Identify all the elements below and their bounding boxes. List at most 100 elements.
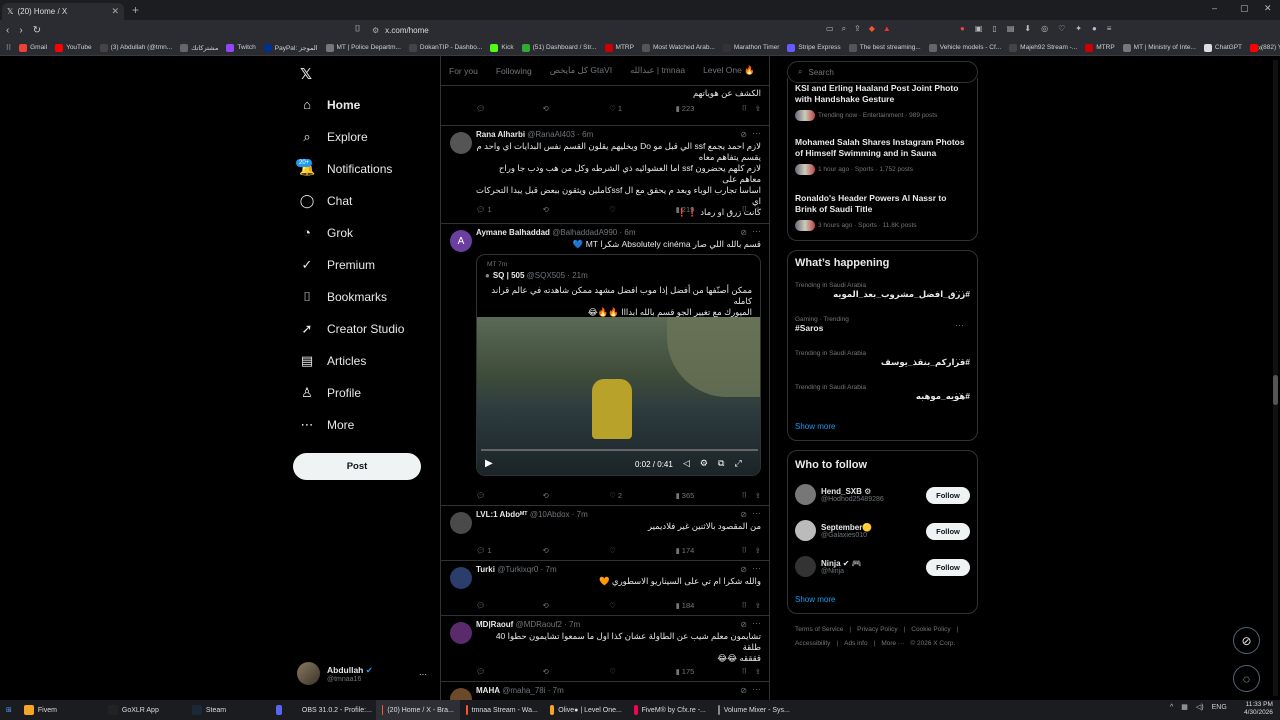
follow-suggestion[interactable]: Hend_SXB ⚙ @Hodhod25489286 — [795, 484, 915, 505]
more-options-icon[interactable]: ··· — [955, 320, 964, 330]
repost-button[interactable]: ⟲ — [543, 203, 569, 215]
taskbar-item[interactable] — [270, 700, 292, 720]
repost-button[interactable]: ⟲ — [543, 665, 569, 677]
tweet-time[interactable]: · 7m — [548, 686, 564, 695]
reply-button[interactable]: 💬︎ — [476, 489, 502, 501]
brave-shield-icon[interactable]: ◆ — [869, 24, 875, 34]
feed-tab[interactable]: Following — [496, 66, 532, 76]
taskbar-item[interactable]: OBS 31.0.2 - Profile:... — [292, 700, 376, 720]
footer-link[interactable]: More ··· — [881, 640, 904, 647]
sidebar-icon[interactable]: ▯ — [992, 24, 996, 33]
feed-tab[interactable]: Level One 🔥 — [703, 65, 755, 76]
author-name[interactable]: Rana Alharbi — [476, 130, 525, 139]
share-icon[interactable]: ⇪ — [755, 667, 761, 676]
vpn-icon[interactable]: ◎ — [1041, 24, 1048, 33]
views-button[interactable]: ▮ 175 — [676, 665, 702, 677]
grok-explain-icon[interactable]: ⊘ — [740, 686, 747, 695]
bookmark-item[interactable]: مشتركاتك — [180, 43, 218, 52]
bookmark-item[interactable]: Stripe Express — [787, 43, 841, 52]
follow-suggestion[interactable]: September🟡 @Galaxies010 — [795, 520, 915, 541]
puzzle-icon[interactable]: ✦ — [1075, 24, 1082, 33]
tweet[interactable]: A Aymane Balhaddad @BalhaddadA990 · 6m ⊘ ··… — [441, 224, 769, 506]
share-icon[interactable]: ⇪ — [755, 104, 761, 113]
more-options-icon[interactable]: ··· — [752, 226, 761, 236]
author-handle[interactable]: @Turkixqr0 — [497, 565, 538, 574]
settings-icon[interactable]: ⚙ — [700, 458, 708, 469]
bookmark-item[interactable]: MTRP — [1085, 43, 1115, 52]
nav-item-articles[interactable]: ▤ Articles — [299, 353, 367, 369]
follow-show-more-link[interactable]: Show more — [795, 595, 835, 604]
trends-show-more-link[interactable]: Show more — [795, 422, 835, 431]
messages-button[interactable]: ◌ — [1233, 665, 1260, 692]
taskbar-item[interactable]: GoXLR App — [102, 700, 186, 720]
bookmark-icon[interactable]: ⌷ — [742, 490, 747, 500]
minimize-button[interactable]: – — [1212, 3, 1217, 13]
tweet[interactable]: LVL:1 Abdoᴹᵀ @10Abdox · 7m ⊘ ··· من المقصود… — [441, 506, 769, 561]
trend-item[interactable]: Trending in Saudi Arabia #زرق_افضل_مشروب_… — [795, 282, 970, 300]
tray-arrow-icon[interactable]: ^ — [1170, 704, 1173, 711]
close-window-button[interactable]: ✕ — [1264, 3, 1272, 14]
quoted-tweet[interactable]: MT 7m ● SQ | 505 @SQX505 · 21m ممكن أصنّفها… — [476, 254, 761, 476]
bookmark-item[interactable]: (51) Dashboard / Str... — [521, 43, 597, 52]
repost-button[interactable]: ⟲ — [543, 544, 569, 556]
author-name[interactable]: Turki — [476, 565, 495, 574]
more-options-icon[interactable]: ··· — [752, 128, 761, 138]
author-handle[interactable]: @BalhaddadA990 — [552, 228, 617, 237]
author-name[interactable]: MAHA — [476, 686, 500, 695]
views-button[interactable]: ▮ 184 — [676, 599, 702, 611]
follow-button[interactable]: Follow — [926, 559, 970, 576]
bookmark-icon[interactable]: ⌷ — [742, 600, 747, 610]
repost-button[interactable]: ⟲ — [543, 599, 569, 611]
like-button[interactable]: ♡ — [609, 599, 635, 611]
nav-item-bookmarks[interactable]: ⌷ Bookmarks — [299, 289, 387, 305]
back-icon[interactable]: ‹ — [6, 25, 9, 36]
nav-item-more[interactable]: ⋯ More — [299, 417, 355, 433]
footer-link[interactable]: Terms of Service — [795, 626, 843, 633]
share-icon[interactable]: ⇪ — [755, 601, 761, 610]
more-options-icon[interactable]: ··· — [752, 684, 761, 694]
bookmarks-overflow-icon[interactable]: » — [1258, 43, 1262, 52]
bookmark-item[interactable]: (882) YouTube — [1250, 43, 1280, 52]
views-button[interactable]: ▮ 365 — [676, 489, 702, 501]
share-icon[interactable]: ⇪ — [755, 491, 761, 500]
grok-explain-icon[interactable]: ⊘ — [740, 565, 747, 574]
taskbar-item[interactable]: Fivem — [18, 700, 102, 720]
share-icon[interactable]: ⇪ — [755, 546, 761, 555]
repost-button[interactable]: ⟲ — [543, 102, 569, 114]
tweet-time[interactable]: · 7m — [572, 510, 588, 519]
grok-explain-icon[interactable]: ⊘ — [740, 620, 747, 629]
footer-link[interactable]: © 2026 X Corp. — [910, 640, 955, 647]
bookmark-item[interactable]: YouTube — [55, 43, 92, 52]
author-handle[interactable]: @10Abdox — [530, 510, 570, 519]
screen-icon[interactable]: ▭ — [826, 24, 834, 34]
bookmark-item[interactable]: (3) Abdullah (@tmn... — [99, 43, 172, 52]
reply-button[interactable]: 💬︎ — [476, 665, 502, 677]
rewards-icon[interactable]: ▲ — [883, 24, 891, 34]
bookmark-item[interactable]: Vehicle models - Cf... — [928, 43, 1001, 52]
nav-item-explore[interactable]: ⌕ Explore — [299, 129, 367, 145]
page-scrollbar[interactable] — [1273, 60, 1278, 696]
more-options-icon[interactable]: ··· — [955, 354, 964, 364]
more-options-icon[interactable]: ··· — [752, 618, 761, 628]
feed-tab[interactable]: For you — [449, 66, 478, 76]
profile-icon[interactable]: ● — [1092, 24, 1097, 33]
tweet-time[interactable]: · 7m — [564, 620, 580, 629]
avatar[interactable] — [450, 688, 472, 700]
trend-item[interactable]: Gaming · Trending #Saros ··· — [795, 316, 970, 333]
footer-link[interactable]: Ads info — [844, 640, 868, 647]
share-icon[interactable]: ⇪ — [755, 205, 761, 214]
grok-explain-icon[interactable]: ⊘ — [740, 510, 747, 519]
views-button[interactable]: ▮ 174 — [676, 544, 702, 556]
more-options-icon[interactable]: ··· — [955, 388, 964, 398]
nav-item-grok[interactable]: ◔ Grok — [299, 225, 353, 240]
grok-button[interactable]: ⊘ — [1233, 627, 1260, 654]
more-options-icon[interactable]: ··· — [955, 286, 964, 296]
reload-icon[interactable]: ↻ — [33, 25, 41, 36]
author-handle[interactable]: @MDRaouf2 — [516, 620, 562, 629]
taskbar-item[interactable]: Steam — [186, 700, 270, 720]
maximize-button[interactable]: ▢ — [1240, 3, 1249, 14]
taskbar-item[interactable]: FiveM® by Cfx.re -... — [628, 700, 712, 720]
taskbar-item[interactable]: tmnaa Stream - Wa... — [460, 700, 544, 720]
tweet-time[interactable]: · 7m — [541, 565, 557, 574]
avatar[interactable] — [450, 132, 472, 154]
